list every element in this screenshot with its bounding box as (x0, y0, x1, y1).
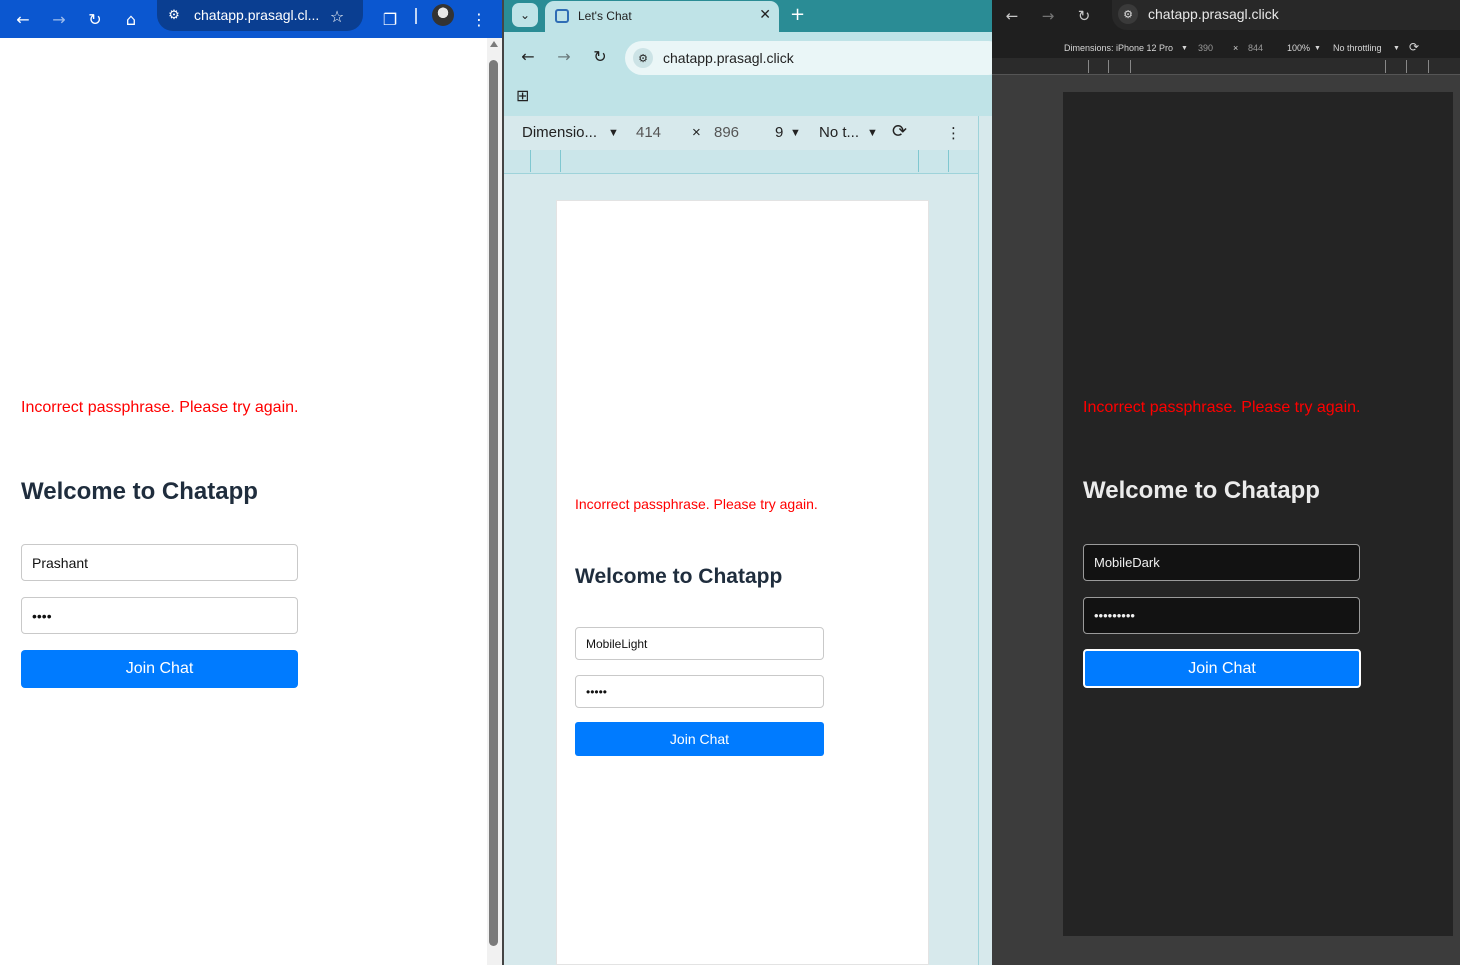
reload-icon[interactable]: ↻ (1072, 4, 1096, 28)
scroll-up-arrow-icon[interactable] (490, 41, 498, 47)
chevron-down-icon[interactable]: ▼ (867, 127, 878, 139)
name-input[interactable]: Prashant (21, 544, 298, 581)
error-message: Incorrect passphrase. Please try again. (21, 399, 299, 416)
zoom-select[interactable]: 9 (775, 124, 783, 141)
address-bar[interactable]: ⚙ chatapp.prasagl.click (1112, 0, 1460, 30)
device-toolbar: Dimensions: iPhone 12 Pro ▼ 390 × 844 10… (992, 38, 1460, 58)
join-chat-button[interactable]: Join Chat (1083, 649, 1361, 688)
device-select[interactable]: Dimensions: iPhone 12 Pro (1064, 43, 1173, 53)
chevron-down-icon[interactable]: ▼ (790, 127, 801, 139)
mobile-viewport: Incorrect passphrase. Please try again. … (556, 200, 929, 965)
profile-avatar[interactable] (432, 4, 454, 26)
reload-icon[interactable]: ↻ (80, 4, 110, 34)
passphrase-input[interactable]: ••••••••• (1083, 597, 1360, 634)
join-chat-button[interactable]: Join Chat (575, 722, 824, 756)
tab-title: Let's Chat (578, 9, 632, 23)
forward-icon[interactable]: → (552, 44, 576, 68)
dimension-times: × (692, 124, 701, 141)
new-tab-plus-icon[interactable]: + (790, 4, 805, 25)
chevron-down-icon[interactable]: ▼ (1314, 45, 1321, 52)
browser-toolbar: ← → ↻ ⚙ chatapp.prasagl.click (992, 0, 1460, 38)
media-query-ruler (504, 150, 978, 174)
back-icon[interactable]: ← (516, 44, 540, 68)
device-select[interactable]: Dimensio... (522, 124, 597, 141)
bookmark-star-icon[interactable]: ☆ (325, 4, 349, 28)
forward-icon[interactable]: → (44, 4, 74, 34)
more-options-icon[interactable]: ⋮ (946, 124, 961, 142)
apps-grid-icon[interactable]: ⊞ (516, 86, 529, 105)
tab-strip: ⌄ Let's Chat ✕ + (504, 0, 992, 32)
browser-window-desktop-light: ← → ↻ ⌂ ⚙ chatapp.prasagl.cl... ☆ ❐ ⋮ In… (0, 0, 502, 965)
width-field[interactable]: 390 (1198, 43, 1213, 53)
error-message: Incorrect passphrase. Please try again. (1083, 399, 1361, 416)
name-input[interactable]: MobileDark (1083, 544, 1360, 581)
chat-favicon-icon (555, 9, 569, 23)
width-field[interactable]: 414 (636, 124, 661, 141)
passphrase-input[interactable]: ••••• (575, 675, 824, 708)
rotate-icon[interactable]: ⟳ (892, 121, 907, 142)
toolbar-divider (415, 8, 417, 24)
site-info-icon[interactable]: ⚙ (165, 6, 183, 24)
passphrase-input[interactable]: •••• (21, 597, 298, 634)
zoom-select[interactable]: 100% (1287, 43, 1310, 53)
menu-icon[interactable]: ⋮ (464, 4, 494, 34)
address-bar[interactable]: ⚙ chatapp.prasagl.click (625, 41, 992, 75)
height-field[interactable]: 844 (1248, 43, 1263, 53)
scrollbar-thumb[interactable] (489, 60, 498, 946)
page-title: Welcome to Chatapp (1083, 477, 1320, 504)
browser-window-mobile-dark: ← → ↻ ⚙ chatapp.prasagl.click Dimensions… (992, 0, 1460, 965)
chevron-down-icon[interactable]: ▼ (608, 127, 619, 139)
mobile-viewport: Incorrect passphrase. Please try again. … (1063, 92, 1453, 936)
join-chat-button[interactable]: Join Chat (21, 650, 298, 688)
rotate-icon[interactable]: ⟳ (1409, 40, 1419, 54)
throttling-select[interactable]: No throttling (1333, 43, 1382, 53)
tab-search-chevron-icon[interactable]: ⌄ (512, 3, 538, 27)
browser-toolbar: ← → ↻ ⚙ chatapp.prasagl.click ⊞ (504, 32, 992, 116)
name-input[interactable]: MobileLight (575, 627, 824, 660)
error-message: Incorrect passphrase. Please try again. (575, 496, 818, 512)
height-field[interactable]: 896 (714, 124, 739, 141)
dimension-times: × (1233, 43, 1239, 53)
back-icon[interactable]: ← (8, 4, 38, 34)
site-info-icon[interactable]: ⚙ (1118, 4, 1138, 24)
back-icon[interactable]: ← (1000, 4, 1024, 28)
site-info-icon[interactable]: ⚙ (633, 48, 653, 68)
browser-toolbar: ← → ↻ ⌂ ⚙ chatapp.prasagl.cl... ☆ ❐ ⋮ (0, 0, 502, 38)
home-icon[interactable]: ⌂ (116, 4, 146, 34)
address-bar[interactable]: ⚙ chatapp.prasagl.cl... ☆ (157, 0, 363, 31)
throttling-select[interactable]: No t... (819, 124, 859, 141)
chevron-down-icon[interactable]: ▼ (1181, 45, 1188, 52)
devtools-side-panel (979, 116, 992, 965)
address-bar-url[interactable]: chatapp.prasagl.cl... (194, 7, 319, 23)
media-query-ruler (992, 58, 1460, 75)
device-toolbar: Dimensio... ▼ 414 × 896 9 ▼ No t... ▼ ⟳ … (504, 116, 978, 150)
reload-icon[interactable]: ↻ (588, 44, 612, 68)
address-bar-url[interactable]: chatapp.prasagl.click (1148, 6, 1279, 22)
scrollbar[interactable] (487, 38, 502, 965)
browser-window-mobile-light: ⌄ Let's Chat ✕ + ← → ↻ ⚙ chatapp.prasagl… (502, 0, 992, 965)
forward-icon[interactable]: → (1036, 4, 1060, 28)
close-tab-icon[interactable]: ✕ (759, 7, 771, 23)
extensions-icon[interactable]: ❐ (375, 4, 405, 34)
page-title: Welcome to Chatapp (21, 478, 258, 505)
page-content: Incorrect passphrase. Please try again. … (0, 38, 487, 965)
address-bar-url[interactable]: chatapp.prasagl.click (663, 50, 794, 66)
chevron-down-icon[interactable]: ▼ (1393, 45, 1400, 52)
page-title: Welcome to Chatapp (575, 565, 783, 588)
tab-lets-chat[interactable]: Let's Chat ✕ (545, 1, 779, 32)
